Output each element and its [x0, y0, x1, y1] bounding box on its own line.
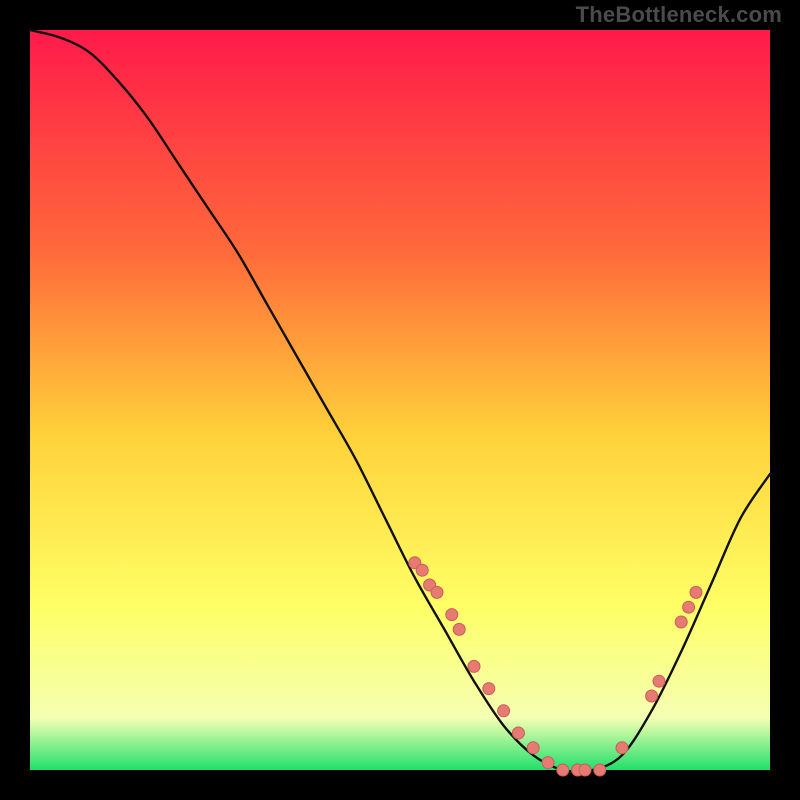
marker-point — [468, 660, 480, 672]
marker-point — [453, 623, 465, 635]
marker-point — [594, 764, 606, 776]
marker-point — [683, 601, 695, 613]
marker-point — [675, 616, 687, 628]
marker-point — [579, 764, 591, 776]
plot-background — [30, 30, 770, 770]
marker-point — [527, 742, 539, 754]
marker-point — [542, 757, 554, 769]
marker-point — [483, 683, 495, 695]
marker-point — [416, 564, 428, 576]
marker-point — [557, 764, 569, 776]
marker-point — [616, 742, 628, 754]
marker-point — [646, 690, 658, 702]
marker-point — [653, 675, 665, 687]
marker-point — [498, 705, 510, 717]
marker-point — [446, 609, 458, 621]
marker-point — [690, 586, 702, 598]
marker-point — [431, 586, 443, 598]
chart-frame: TheBottleneck.com — [0, 0, 800, 800]
bottleneck-chart-svg — [0, 0, 800, 800]
marker-point — [512, 727, 524, 739]
